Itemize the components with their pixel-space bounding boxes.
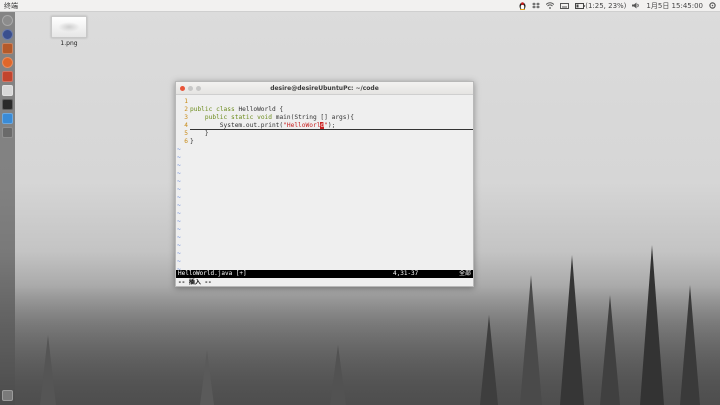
empty-line-marker: ~ [177, 154, 181, 161]
empty-line-marker: ~ [177, 170, 181, 177]
wallpaper-tree [520, 275, 542, 405]
desktop-file-label: 1.png [60, 40, 78, 47]
penguin-icon[interactable] [519, 1, 526, 10]
launcher-item-app-blue[interactable] [2, 113, 13, 124]
launcher-item-browser[interactable] [2, 29, 13, 40]
empty-line-marker: ~ [177, 178, 181, 185]
line-code: System.out.print("HelloWorld"); [190, 122, 473, 130]
line-number: 3 [184, 114, 188, 121]
dropbox-icon[interactable] [532, 2, 541, 9]
clock[interactable]: 1月5日 15:45:00 [646, 1, 703, 11]
line-number: 1 [184, 98, 188, 105]
wallpaper-tree [40, 335, 56, 405]
keyboard-icon[interactable] [560, 2, 570, 9]
empty-line-marker: ~ [177, 162, 181, 169]
launcher-item-terminal[interactable] [2, 99, 13, 110]
battery-text: (1:25, 23%) [585, 1, 627, 10]
empty-line-marker: ~ [177, 202, 181, 209]
wallpaper-tree [680, 285, 700, 405]
line-number: 2 [184, 106, 188, 113]
volume-icon[interactable] [632, 2, 640, 9]
empty-line-marker: ~ [177, 218, 181, 225]
wallpaper-tree [330, 345, 346, 405]
line-number: 5 [184, 130, 188, 137]
battery-indicator[interactable]: (1:25, 23%) [575, 2, 626, 10]
code-lines: 1 2 public class HelloWorld {3 public stat… [176, 98, 473, 146]
wallpaper-tree [200, 350, 214, 405]
empty-line-marker: ~ [177, 226, 181, 233]
vim-editor[interactable]: 1 2 public class HelloWorld {3 public stat… [176, 95, 473, 273]
code-line: 4 System.out.print("HelloWorld"); [176, 122, 473, 130]
vim-mode-indicator: -- 插入 -- [178, 279, 212, 286]
code-line: 1 [176, 98, 473, 106]
vim-statusline: HelloWorld.java [+] 4,31-37 全部 [176, 270, 473, 278]
empty-line-marker: ~ [177, 210, 181, 217]
code-line: 5 } [176, 130, 473, 138]
wallpaper-tree [600, 295, 620, 405]
wallpaper-tree [480, 315, 498, 405]
wallpaper-tree [640, 245, 664, 405]
top-panel: 终端 (1:25, 23%) 1月5日 15:45:00 [0, 0, 720, 12]
line-code: public static void main(String [] args){ [204, 114, 354, 121]
empty-line-marker: ~ [177, 258, 181, 265]
empty-line-marker: ~ [177, 146, 181, 153]
line-code: public class HelloWorld { [190, 106, 284, 113]
launcher-item-tool[interactable] [2, 85, 13, 96]
window-titlebar[interactable]: desire@desireUbuntuPc: ~/code [176, 82, 473, 95]
empty-line-marker: ~ [177, 186, 181, 193]
launcher-item-trash[interactable] [2, 390, 13, 401]
line-number: 6 [184, 138, 188, 145]
empty-lines: ~~~~~~~~~~~~~~~~ [176, 146, 473, 274]
launcher-item-dash-home[interactable] [2, 15, 13, 26]
line-code: } [190, 130, 209, 137]
active-app-title: 终端 [4, 1, 18, 10]
empty-line-marker: ~ [177, 242, 181, 249]
line-number: 4 [184, 122, 188, 129]
battery-icon [575, 2, 585, 9]
empty-line-marker: ~ [177, 234, 181, 241]
wifi-icon[interactable] [546, 2, 555, 9]
image-thumbnail [51, 16, 87, 38]
wallpaper-tree [560, 255, 584, 405]
launcher-item-system-settings[interactable] [2, 127, 13, 138]
launcher [0, 12, 15, 405]
launcher-item-firefox[interactable] [2, 57, 13, 68]
code-line: 6} [176, 138, 473, 146]
launcher-item-files[interactable] [2, 43, 13, 54]
empty-line-marker: ~ [177, 194, 181, 201]
system-tray: (1:25, 23%) 1月5日 15:45:00 [519, 1, 720, 11]
power-gear-icon[interactable] [709, 2, 716, 9]
empty-line-marker: ~ [177, 250, 181, 257]
status-filename: HelloWorld.java [+] [178, 270, 247, 277]
status-cursor-position: 4,31-37 [393, 270, 419, 277]
window-title: desire@desireUbuntuPc: ~/code [270, 84, 379, 92]
desktop-file-icon[interactable]: 1.png [50, 16, 88, 47]
terminal-window[interactable]: desire@desireUbuntuPc: ~/code 1 2 public c… [175, 81, 474, 287]
status-scroll-position: 全部 [458, 270, 471, 277]
line-code: } [190, 138, 194, 145]
code-line: 2 public class HelloWorld { [176, 106, 473, 114]
code-line: 3 public static void main(String [] args… [176, 114, 473, 122]
launcher-item-software-center[interactable] [2, 71, 13, 82]
